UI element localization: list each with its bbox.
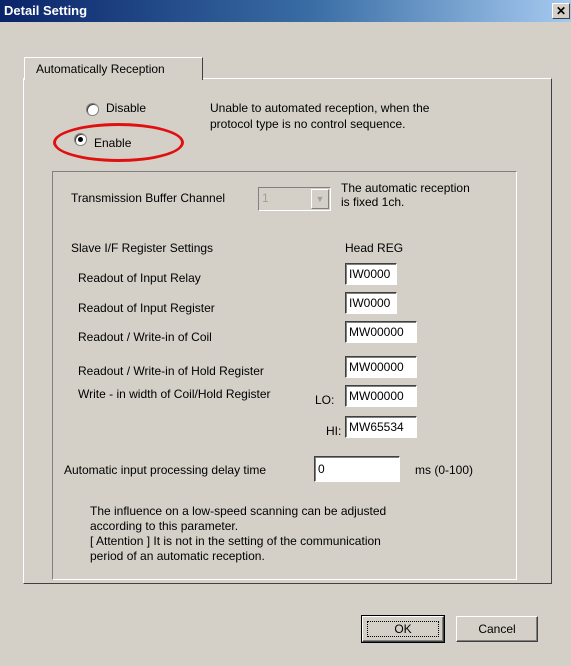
ok-button[interactable]: OK bbox=[361, 615, 445, 643]
tab-label: Automatically Reception bbox=[36, 62, 165, 76]
dialog-title: Detail Setting bbox=[4, 3, 88, 18]
input-relay-field[interactable] bbox=[345, 263, 397, 285]
close-button[interactable]: ✕ bbox=[552, 3, 570, 19]
info-line1: The influence on a low-speed scanning ca… bbox=[90, 504, 387, 518]
head-reg-label: Head REG bbox=[345, 241, 404, 255]
mode-note-line1: Unable to automated reception, when the bbox=[210, 101, 430, 115]
coil-field[interactable] bbox=[345, 321, 417, 343]
tab-automatically-reception[interactable]: Automatically Reception bbox=[24, 57, 203, 80]
lo-label: LO: bbox=[315, 393, 335, 407]
width-label: Write - in width of Coil/Hold Register bbox=[78, 387, 271, 401]
row-label: Readout / Write-in of Hold Register bbox=[78, 364, 264, 378]
transmission-buffer-channel-select[interactable]: 1 ▼ bbox=[258, 187, 331, 211]
transmission-note-line2: is fixed 1ch. bbox=[341, 195, 405, 209]
transmission-value: 1 bbox=[262, 191, 269, 205]
delay-time-field[interactable] bbox=[314, 456, 400, 482]
enable-highlight-ellipse bbox=[53, 123, 184, 162]
width-hi-field[interactable] bbox=[345, 416, 417, 438]
row-label: Readout of Input Register bbox=[78, 301, 215, 315]
delay-unit: ms (0-100) bbox=[415, 463, 474, 477]
info-line2: according to this parameter. bbox=[90, 519, 239, 533]
transmission-label: Transmission Buffer Channel bbox=[71, 191, 226, 205]
hold-register-field[interactable] bbox=[345, 356, 417, 378]
focus-rect bbox=[367, 621, 439, 637]
transmission-note-line1: The automatic reception bbox=[341, 181, 470, 195]
cancel-label: Cancel bbox=[478, 622, 516, 636]
cancel-button[interactable]: Cancel bbox=[456, 616, 538, 642]
hi-label: HI: bbox=[326, 424, 342, 438]
dropdown-arrow-icon: ▼ bbox=[311, 189, 329, 209]
width-lo-field[interactable] bbox=[345, 385, 417, 407]
slave-heading: Slave I/F Register Settings bbox=[71, 241, 214, 255]
info-line4: period of an automatic reception. bbox=[90, 549, 265, 563]
delay-label: Automatic input processing delay time bbox=[64, 463, 267, 477]
disable-radio[interactable] bbox=[86, 103, 99, 116]
mode-note-line2: protocol type is no control sequence. bbox=[210, 117, 406, 131]
row-label: Readout of Input Relay bbox=[78, 271, 201, 285]
input-register-field[interactable] bbox=[345, 292, 397, 314]
disable-label: Disable bbox=[106, 101, 147, 115]
row-label: Readout / Write-in of Coil bbox=[78, 330, 212, 344]
info-line3: [ Attention ] It is not in the setting o… bbox=[90, 534, 381, 548]
